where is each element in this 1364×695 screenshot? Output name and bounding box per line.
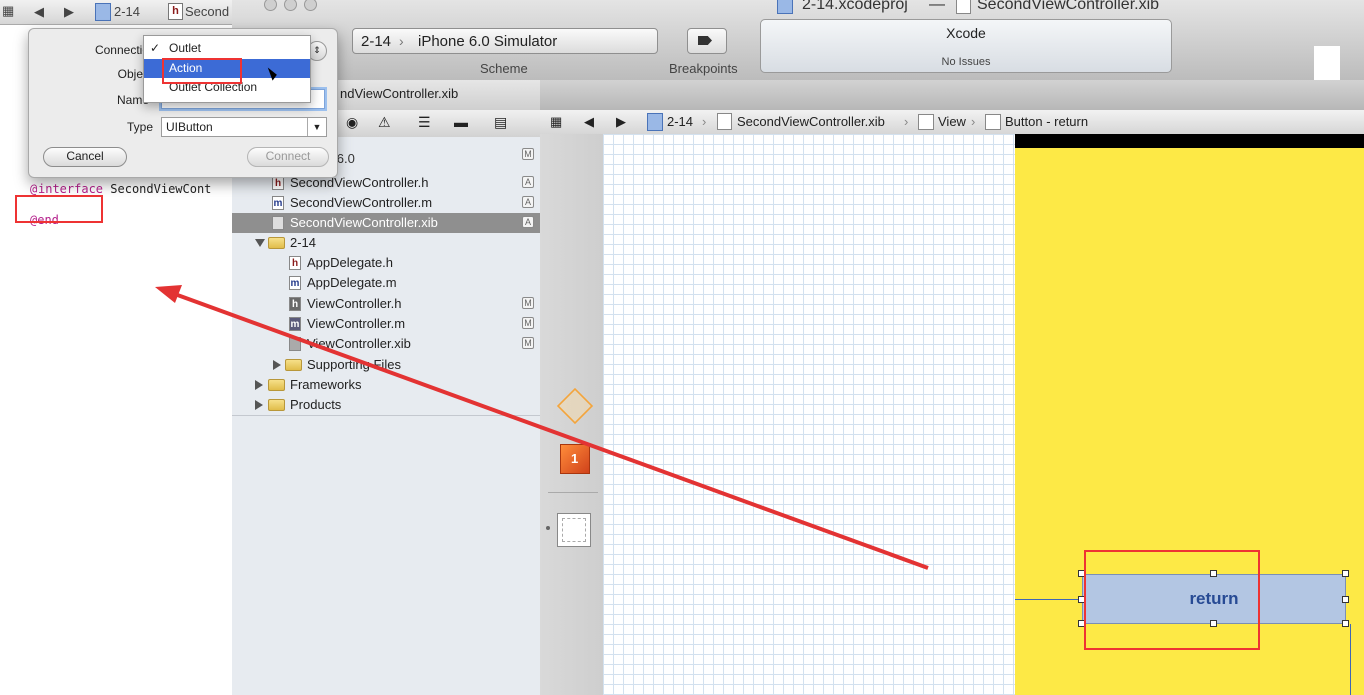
arrow-shaft	[171, 291, 929, 570]
arrow-head-icon	[155, 285, 182, 303]
annotation-arrow	[155, 285, 929, 570]
